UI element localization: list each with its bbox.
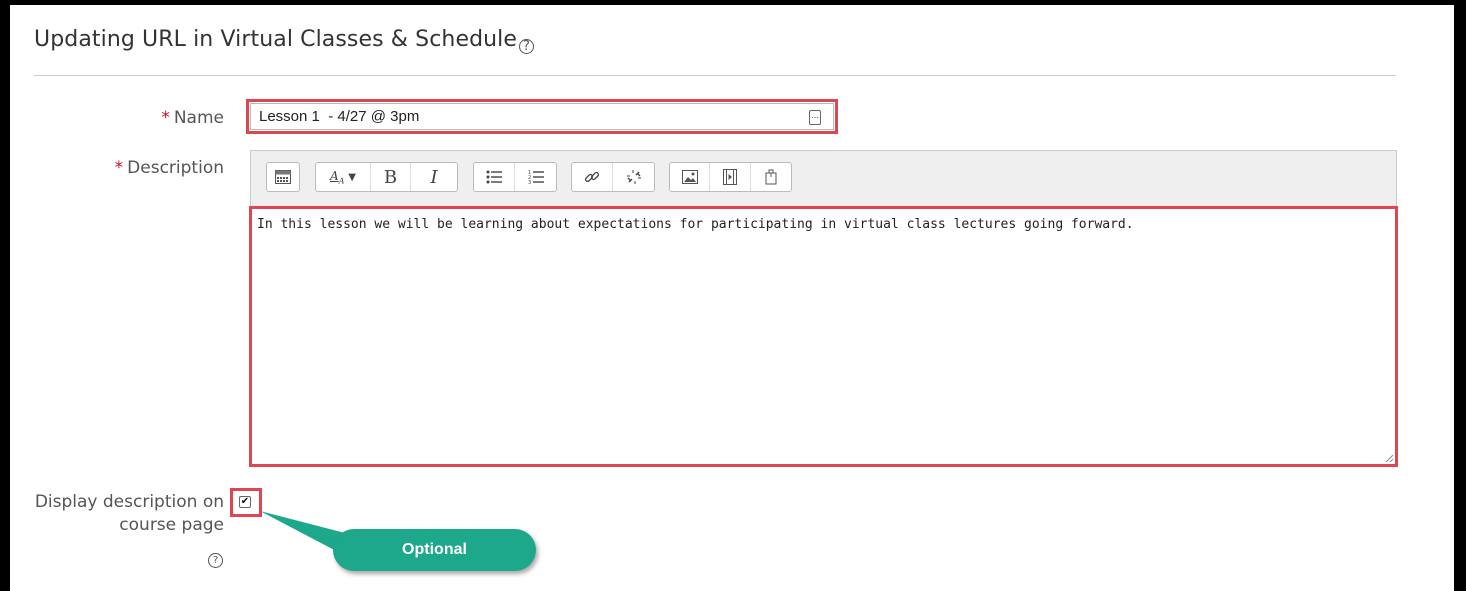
media-icon[interactable] bbox=[710, 163, 751, 191]
toggle-toolbar-icon[interactable] bbox=[267, 163, 299, 191]
optional-callout-badge: Optional bbox=[333, 529, 536, 571]
svg-text:3: 3 bbox=[528, 180, 531, 185]
name-input[interactable] bbox=[246, 99, 838, 134]
font-size-icon[interactable]: AA ▼ bbox=[316, 163, 371, 191]
toolbar-group-text: AA ▼ B I bbox=[315, 162, 458, 192]
bold-icon[interactable]: B bbox=[371, 163, 411, 191]
name-label-text: Name bbox=[173, 108, 224, 128]
description-textarea[interactable]: In this lesson we will be learning about… bbox=[249, 206, 1398, 467]
title-divider bbox=[34, 75, 1396, 76]
link-icon[interactable] bbox=[572, 163, 613, 191]
image-icon[interactable] bbox=[670, 163, 711, 191]
unlink-icon[interactable] bbox=[613, 163, 654, 191]
help-icon[interactable]: ? bbox=[208, 553, 223, 568]
description-editor: AA ▼ B I 123 In this lesson we will be l… bbox=[249, 150, 1398, 467]
display-description-label: Display description on course page bbox=[34, 492, 224, 535]
description-label: * Description bbox=[24, 158, 224, 178]
display-description-checkbox-highlight: ✔ bbox=[230, 488, 262, 517]
toolbar-group-lists: 123 bbox=[473, 162, 557, 192]
required-icon: * bbox=[161, 108, 170, 128]
page-title: Updating URL in Virtual Classes & Schedu… bbox=[34, 27, 535, 54]
display-description-checkbox[interactable]: ✔ bbox=[239, 496, 251, 508]
toolbar-group-links bbox=[571, 162, 655, 192]
editor-toolbar: AA ▼ B I 123 bbox=[251, 151, 1396, 208]
required-icon: * bbox=[114, 158, 124, 178]
italic-icon[interactable]: I bbox=[411, 163, 457, 191]
bullet-list-icon[interactable] bbox=[474, 163, 515, 191]
page-title-text: Updating URL in Virtual Classes & Schedu… bbox=[34, 27, 518, 52]
numbered-list-icon[interactable]: 123 bbox=[515, 163, 556, 191]
form-panel: Updating URL in Virtual Classes & Schedu… bbox=[10, 5, 1454, 591]
description-label-text: Description bbox=[127, 158, 224, 178]
manage-files-icon[interactable] bbox=[751, 163, 791, 191]
toolbar-group-toggle bbox=[266, 162, 300, 192]
password-manager-icon[interactable]: ⋯ bbox=[809, 110, 821, 125]
help-icon[interactable]: ? bbox=[519, 39, 535, 54]
name-label: * Name bbox=[24, 108, 224, 128]
resize-handle-icon[interactable] bbox=[1385, 454, 1393, 462]
toolbar-group-media bbox=[669, 162, 792, 192]
